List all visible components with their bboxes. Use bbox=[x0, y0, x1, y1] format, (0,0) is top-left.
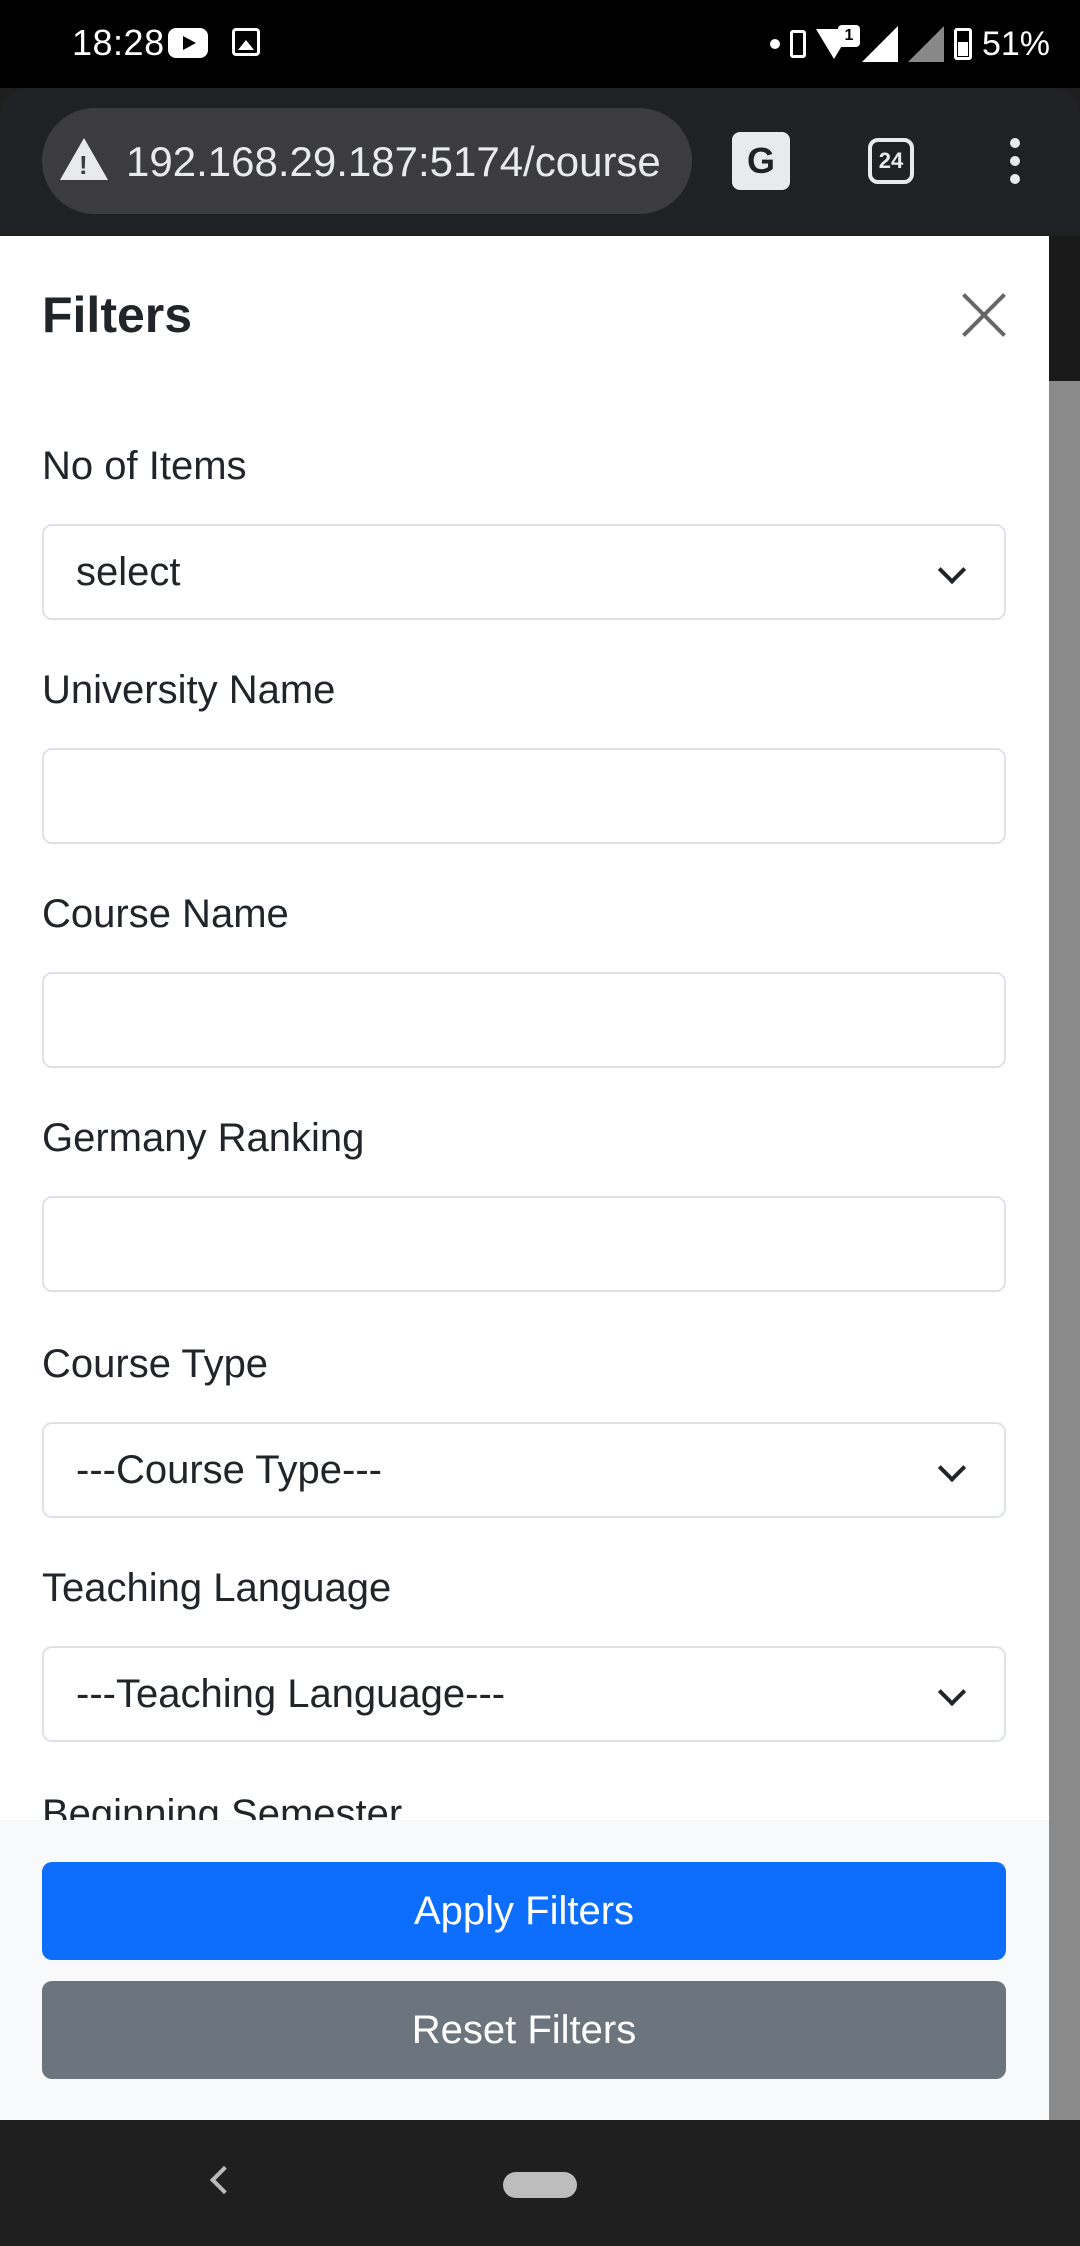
teaching-language-select[interactable]: ---Teaching Language--- bbox=[42, 1646, 1006, 1742]
no-of-items-select[interactable]: select bbox=[42, 524, 1006, 620]
youtube-icon bbox=[168, 28, 208, 58]
germany-ranking-label: Germany Ranking bbox=[42, 1116, 365, 1160]
status-icons: 1 51% bbox=[769, 20, 1050, 68]
germany-ranking-input[interactable] bbox=[42, 1196, 1006, 1292]
back-icon[interactable] bbox=[209, 2165, 239, 2195]
chevron-down-icon bbox=[937, 1677, 967, 1707]
course-type-label: Course Type bbox=[42, 1342, 269, 1386]
apply-filters-button[interactable]: Apply Filters bbox=[42, 1862, 1006, 1960]
no-of-items-label: No of Items bbox=[42, 444, 247, 488]
status-bar: 18:28 1 51% bbox=[0, 0, 1080, 88]
warning-icon[interactable] bbox=[60, 138, 108, 181]
battery-icon bbox=[953, 28, 972, 60]
tab-switcher-button[interactable]: 24 bbox=[868, 138, 914, 184]
chevron-down-icon bbox=[937, 555, 967, 585]
panel-title: Filters bbox=[42, 287, 193, 343]
reset-filters-button[interactable]: Reset Filters bbox=[42, 1981, 1006, 2079]
filters-footer: Apply Filters Reset Filters bbox=[0, 1820, 1049, 2120]
signal-2-icon bbox=[907, 26, 944, 62]
address-bar[interactable]: 192.168.29.187:5174/course bbox=[42, 108, 692, 214]
vibrate-icon bbox=[789, 30, 806, 58]
course-name-label: Course Name bbox=[42, 892, 289, 936]
university-name-label: University Name bbox=[42, 668, 336, 712]
chevron-down-icon bbox=[937, 1453, 967, 1483]
more-menu-icon[interactable] bbox=[1010, 138, 1022, 188]
university-name-input[interactable] bbox=[42, 748, 1006, 844]
scrollbar-thumb[interactable] bbox=[1049, 236, 1080, 381]
system-nav-bar bbox=[0, 2120, 1080, 2246]
course-type-value: ---Course Type--- bbox=[76, 1447, 382, 1492]
wifi-icon: 1 bbox=[815, 25, 860, 59]
translate-icon[interactable]: G bbox=[732, 132, 790, 190]
no-of-items-value: select bbox=[76, 549, 181, 594]
battery-percent: 51% bbox=[981, 24, 1050, 63]
browser-toolbar: 192.168.29.187:5174/course G 24 bbox=[0, 88, 1080, 234]
gallery-icon bbox=[232, 28, 260, 56]
notification-dot-icon bbox=[769, 39, 780, 49]
filters-panel: Filters No of Items select University Na… bbox=[0, 236, 1049, 2120]
course-type-select[interactable]: ---Course Type--- bbox=[42, 1422, 1006, 1518]
scrollbar-track[interactable] bbox=[1049, 236, 1080, 2120]
close-icon[interactable] bbox=[960, 290, 1008, 338]
teaching-language-value: ---Teaching Language--- bbox=[76, 1671, 506, 1716]
teaching-language-label: Teaching Language bbox=[42, 1566, 392, 1610]
url-text[interactable]: 192.168.29.187:5174/course bbox=[126, 138, 661, 186]
clock: 18:28 bbox=[72, 22, 165, 63]
wifi-badge: 1 bbox=[837, 25, 860, 47]
home-pill[interactable] bbox=[503, 2172, 577, 2198]
signal-icon bbox=[861, 26, 898, 62]
course-name-input[interactable] bbox=[42, 972, 1006, 1068]
